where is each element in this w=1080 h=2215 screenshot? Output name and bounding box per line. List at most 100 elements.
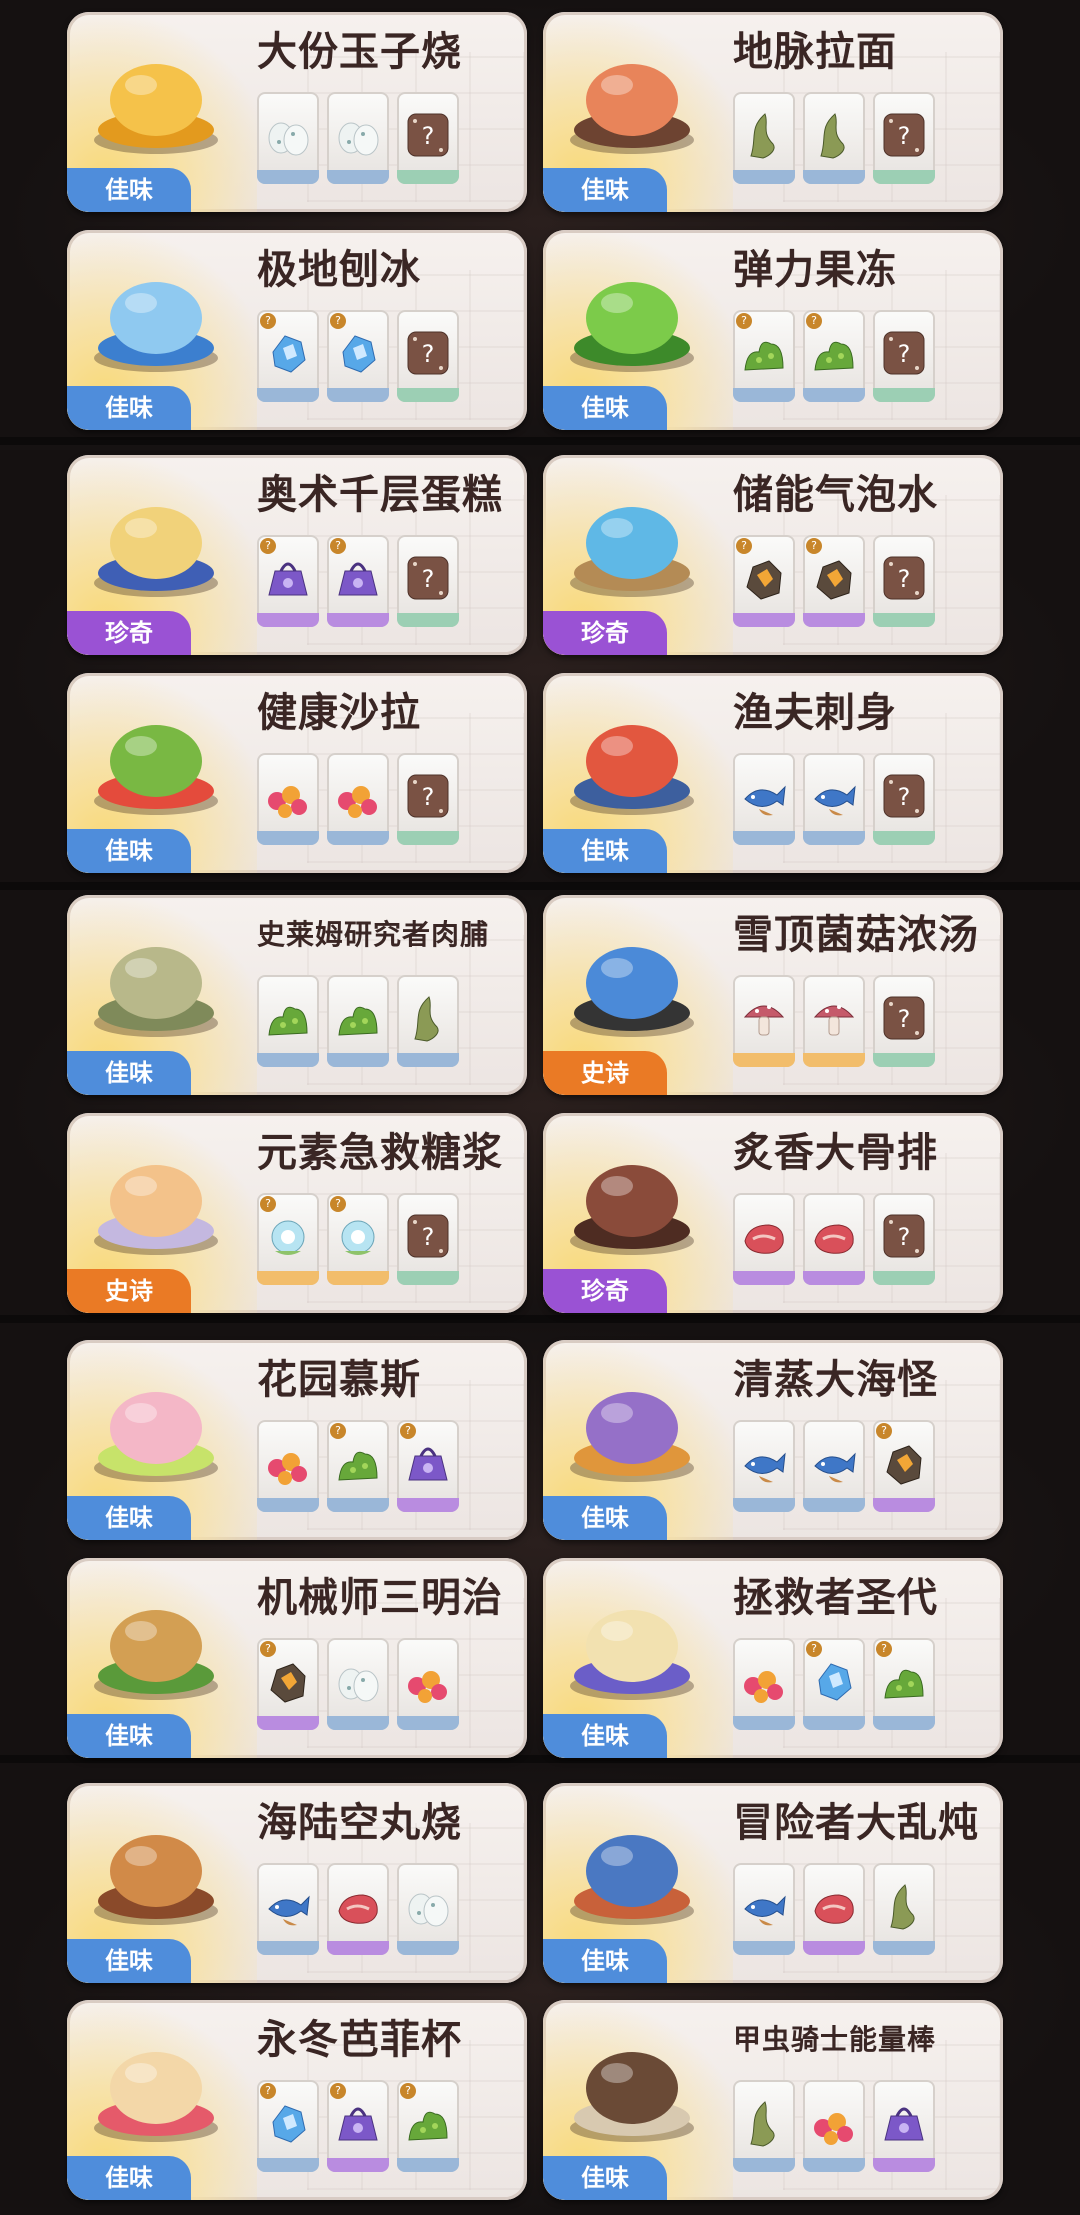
ingredient-slot[interactable] (873, 1863, 935, 1955)
ingredient-slot[interactable]: ? (397, 92, 459, 184)
ingredient-slot[interactable] (803, 1420, 865, 1512)
ingredient-slot[interactable]: ? (873, 92, 935, 184)
ingredient-slot[interactable] (733, 2080, 795, 2172)
ingredient-slot[interactable]: ? (257, 310, 319, 402)
recipe-card[interactable]: 机械师三明治 佳味 ? (67, 1558, 527, 1758)
ingredient-slot[interactable] (257, 1863, 319, 1955)
ingredient-slot[interactable] (873, 2080, 935, 2172)
rarity-badge: 佳味 (67, 1714, 191, 1758)
recipe-card[interactable]: 健康沙拉 佳味 ? (67, 673, 527, 873)
ingredient-slot[interactable]: ? (733, 310, 795, 402)
ingredient-slot[interactable]: ? (327, 535, 389, 627)
ingredient-slot[interactable] (397, 975, 459, 1067)
ingredient-slot[interactable]: ? (873, 535, 935, 627)
ingredient-slot[interactable] (733, 975, 795, 1067)
ingredient-slot[interactable]: ? (397, 2080, 459, 2172)
ingredient-slot[interactable] (803, 2080, 865, 2172)
variant-marker-icon: ? (260, 1196, 276, 1212)
ingredient-slot[interactable] (733, 1638, 795, 1730)
ingredient-slot[interactable] (733, 753, 795, 845)
recipe-card[interactable]: 永冬芭菲杯 佳味 ? ? ? (67, 2000, 527, 2200)
recipe-card[interactable]: 史莱姆研究者肉脯 佳味 (67, 895, 527, 1095)
ingredient-slot[interactable] (327, 753, 389, 845)
ingredient-slot[interactable]: ? (873, 1420, 935, 1512)
recipe-name: 储能气泡水 (733, 471, 938, 518)
recipe-name: 雪顶菌菇浓汤 (733, 911, 979, 958)
recipe-card[interactable]: 奥术千层蛋糕 珍奇 ? ? ? (67, 455, 527, 655)
recipe-card[interactable]: 甲虫骑士能量棒 佳味 (543, 2000, 1003, 2200)
ingredient-slot[interactable]: ? (327, 1420, 389, 1512)
ingredient-slot[interactable]: ? (397, 310, 459, 402)
ingredient-list: ? (733, 753, 995, 853)
ingredient-slot[interactable]: ? (803, 310, 865, 402)
ingredient-slot[interactable] (257, 753, 319, 845)
ingredient-slot[interactable]: ? (873, 975, 935, 1067)
recipe-card[interactable]: 地脉拉面 佳味 ? (543, 12, 1003, 212)
ingredient-slot[interactable] (327, 1863, 389, 1955)
ingredient-slot[interactable]: ? (803, 535, 865, 627)
tier-strip (257, 2158, 319, 2172)
ingredient-slot[interactable]: ? (257, 1193, 319, 1285)
ingredient-slot[interactable] (327, 92, 389, 184)
ingredient-slot[interactable] (257, 1420, 319, 1512)
ingredient-slot[interactable]: ? (803, 1638, 865, 1730)
ingredient-slot[interactable] (803, 975, 865, 1067)
variant-marker-icon: ? (736, 538, 752, 554)
ingredient-slot[interactable]: ? (327, 310, 389, 402)
ingredient-list: ? ? ? (733, 535, 995, 635)
ingredient-slot[interactable]: ? (257, 1638, 319, 1730)
recipe-name: 弹力果冻 (733, 246, 897, 293)
ingredient-slot[interactable] (733, 92, 795, 184)
variant-marker-icon: ? (400, 2083, 416, 2099)
ingredient-slot[interactable] (257, 975, 319, 1067)
svg-text:?: ? (422, 122, 435, 150)
recipe-card[interactable]: 极地刨冰 佳味 ? ? ? (67, 230, 527, 430)
recipe-card[interactable]: 渔夫刺身 佳味 ? (543, 673, 1003, 873)
tier-strip (733, 170, 795, 184)
recipe-card[interactable]: 炙香大骨排 珍奇 ? (543, 1113, 1003, 1313)
ingredient-slot[interactable] (327, 1638, 389, 1730)
recipe-card[interactable]: 冒险者大乱炖 佳味 (543, 1783, 1003, 1983)
recipe-card[interactable]: 储能气泡水 珍奇 ? ? ? (543, 455, 1003, 655)
rarity-badge: 佳味 (67, 829, 191, 873)
ingredient-slot[interactable]: ? (397, 1420, 459, 1512)
ingredient-slot[interactable]: ? (873, 310, 935, 402)
ingredient-slot[interactable] (803, 92, 865, 184)
recipe-card[interactable]: 花园慕斯 佳味 ? ? (67, 1340, 527, 1540)
ingredient-slot[interactable] (397, 1638, 459, 1730)
tier-strip (803, 2158, 865, 2172)
ingredient-slot[interactable]: ? (327, 1193, 389, 1285)
ingredient-slot[interactable] (803, 1863, 865, 1955)
ingredient-slot[interactable] (733, 1193, 795, 1285)
tier-strip (397, 831, 459, 845)
rarity-badge: 佳味 (67, 386, 191, 430)
recipe-card[interactable]: 元素急救糖浆 史诗 ? ? ? (67, 1113, 527, 1313)
recipe-card[interactable]: 大份玉子烧 佳味 ? (67, 12, 527, 212)
ingredient-slot[interactable] (327, 975, 389, 1067)
ingredient-slot[interactable] (257, 92, 319, 184)
recipe-card[interactable]: 海陆空丸烧 佳味 (67, 1783, 527, 1983)
ingredient-slot[interactable] (803, 753, 865, 845)
ingredient-slot[interactable] (733, 1863, 795, 1955)
ingredient-slot[interactable]: ? (733, 535, 795, 627)
ingredient-slot[interactable] (733, 1420, 795, 1512)
ingredient-slot[interactable]: ? (873, 1193, 935, 1285)
recipe-card[interactable]: 清蒸大海怪 佳味 ? (543, 1340, 1003, 1540)
recipe-name: 极地刨冰 (257, 246, 421, 293)
ingredient-slot[interactable]: ? (397, 1193, 459, 1285)
ingredient-slot[interactable]: ? (257, 2080, 319, 2172)
recipe-card[interactable]: 弹力果冻 佳味 ? ? ? (543, 230, 1003, 430)
recipe-card[interactable]: 雪顶菌菇浓汤 史诗 ? (543, 895, 1003, 1095)
tier-strip (803, 170, 865, 184)
energy-bar-dish-icon (557, 2018, 707, 2148)
recipe-card[interactable]: 拯救者圣代 佳味 ? ? (543, 1558, 1003, 1758)
ingredient-slot[interactable]: ? (327, 2080, 389, 2172)
ingredient-slot[interactable] (803, 1193, 865, 1285)
ingredient-slot[interactable]: ? (397, 535, 459, 627)
rarity-badge: 佳味 (543, 1939, 667, 1983)
ingredient-slot[interactable]: ? (873, 1638, 935, 1730)
ingredient-slot[interactable]: ? (397, 753, 459, 845)
ingredient-slot[interactable]: ? (257, 535, 319, 627)
ingredient-slot[interactable] (397, 1863, 459, 1955)
ingredient-slot[interactable]: ? (873, 753, 935, 845)
